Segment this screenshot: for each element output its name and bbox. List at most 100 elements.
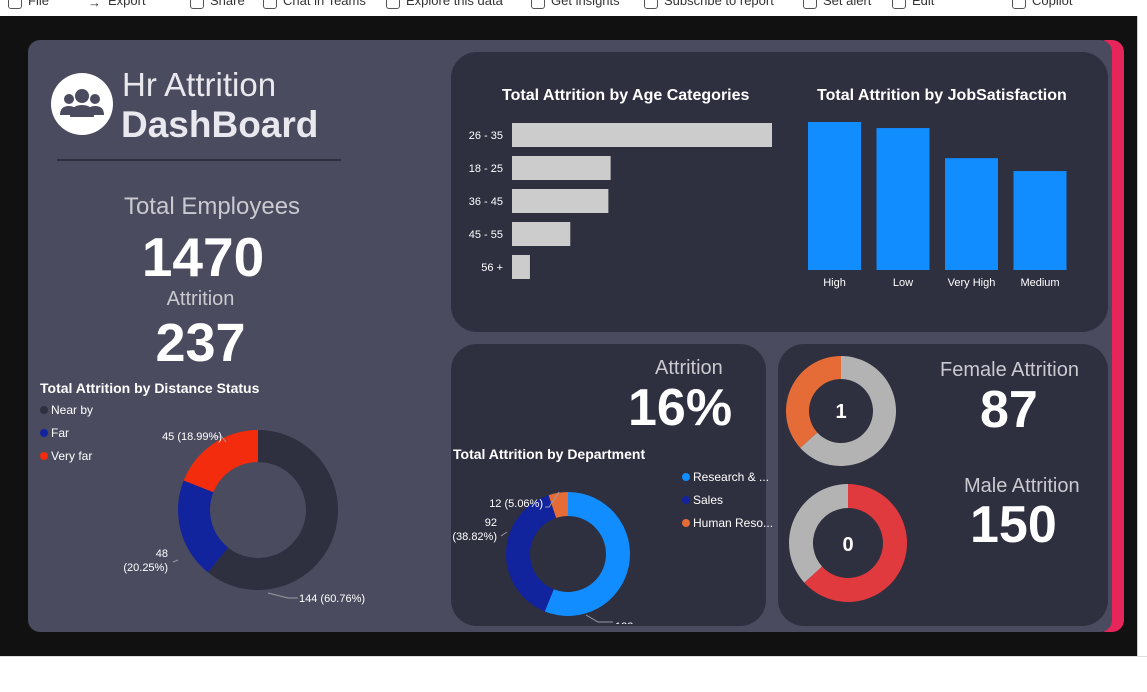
- legend-label-very-far: Very far: [51, 449, 93, 463]
- arrow-icon: →: [88, 0, 101, 10]
- attrition-count-value: 237: [155, 313, 246, 373]
- toolbar-subscribe-to-report-button[interactable]: Subscribe to report: [644, 0, 774, 9]
- female-gauge-label: 1: [835, 401, 846, 423]
- title-divider: [57, 159, 341, 161]
- leader-line: [267, 592, 298, 599]
- jobsat-tick-label: Low: [893, 277, 913, 289]
- toolbar-export-button[interactable]: → Export: [88, 0, 146, 10]
- attrition-rate-value: 16%: [628, 379, 733, 437]
- jobsat-chart-title: Total Attrition by JobSatisfaction: [817, 87, 1067, 104]
- department-chart-title: Total Attrition by Department: [453, 446, 646, 462]
- data-label-sales: 92: [485, 517, 497, 529]
- side-scroll-strip[interactable]: [1137, 16, 1147, 656]
- jobsat-bar: [1013, 171, 1067, 270]
- teams-icon: [263, 0, 277, 9]
- age-tick-label: 36 - 45: [469, 196, 503, 208]
- toolbar-explore-this-data-button[interactable]: Explore this data: [386, 0, 503, 9]
- toolbar-label: Edit: [912, 0, 935, 8]
- toolbar-get-insights-button[interactable]: Get insights: [531, 0, 620, 9]
- legend-label-hr: Human Reso...: [693, 516, 774, 530]
- gender-attrition-card: 1 0 Female Attrition 87 Male Attrition 1…: [778, 344, 1108, 626]
- distance-chart-title: Total Attrition by Distance Status: [40, 380, 260, 396]
- people-group-icon: [51, 73, 113, 135]
- male-attrition-value: 150: [970, 496, 1057, 554]
- toolbar-set-alert-button[interactable]: Set alert: [803, 0, 871, 9]
- male-attrition-gauge: 0: [789, 484, 907, 602]
- female-attrition-gauge: 1: [786, 356, 896, 466]
- jobsat-bar: [808, 122, 861, 270]
- legend-label-sales: Sales: [693, 493, 724, 507]
- file-icon: [8, 0, 22, 9]
- female-attrition-value: 87: [980, 381, 1038, 439]
- toolbar-share-button[interactable]: Share: [190, 0, 245, 9]
- age-bar: [512, 123, 772, 147]
- data-label-sales: (38.82%): [452, 531, 497, 543]
- legend-dot-near: [40, 406, 48, 414]
- copilot-icon: [1012, 0, 1026, 9]
- age-chart-title: Total Attrition by Age Categories: [502, 87, 750, 104]
- distance-donut-chart: 144 (60.76%) 48 (20.25%) 45 (18.99%): [123, 430, 365, 605]
- department-donut-chart: 133(56.12%)92(38.82%)12 (5.06%): [452, 491, 633, 624]
- attrition-count-label: Attrition: [166, 288, 235, 310]
- age-bar-chart: 26 - 35 18 - 25 36 - 45 45 - 55 56 +: [469, 123, 772, 279]
- toolbar-label: Chat in Teams: [283, 0, 366, 8]
- toolbar-copilot-button[interactable]: Copilot: [1012, 0, 1072, 9]
- explore-icon: [386, 0, 400, 9]
- toolbar-label: Export: [108, 0, 146, 8]
- legend-item-research[interactable]: Research & ...: [682, 470, 769, 484]
- toolbar-label: Share: [210, 0, 245, 8]
- age-tick-label: 26 - 35: [469, 130, 503, 142]
- department-card: Attrition 16% Total Attrition by Departm…: [451, 344, 773, 626]
- jobsat-bar: [876, 128, 930, 270]
- toolbar-label: Explore this data: [406, 0, 503, 8]
- leader-line: [585, 614, 613, 623]
- jobsat-tick-label: Very High: [948, 277, 996, 289]
- dashboard-title-line1: Hr Attrition: [122, 66, 277, 103]
- age-tick-label: 18 - 25: [469, 163, 503, 175]
- toolbar-label: Subscribe to report: [664, 0, 774, 8]
- age-bar: [512, 189, 609, 213]
- toolbar-label: Copilot: [1032, 0, 1073, 8]
- toolbar-chat-in-teams-button[interactable]: Chat in Teams: [263, 0, 366, 9]
- data-label-very-far: 45 (18.99%): [162, 431, 222, 443]
- total-employees-label: Total Employees: [123, 193, 301, 220]
- data-label-hr: 12 (5.06%): [489, 498, 543, 510]
- legend-label-near: Near by: [51, 403, 94, 417]
- age-bar: [512, 222, 571, 246]
- male-gauge-label: 0: [842, 534, 853, 556]
- subscribe-icon: [644, 0, 658, 9]
- toolbar-file-button[interactable]: File: [8, 0, 49, 9]
- data-label-far: 48: [156, 548, 168, 560]
- jobsat-bar: [945, 158, 998, 270]
- total-employees-value: 1470: [141, 226, 265, 288]
- age-bar: [512, 156, 611, 180]
- data-label-research: 133: [615, 621, 633, 624]
- legend-item-near-by[interactable]: Near by: [40, 403, 93, 417]
- data-label-far: (20.25%): [123, 562, 168, 574]
- age-bar: [512, 255, 530, 279]
- female-attrition-label: Female Attrition: [940, 359, 1079, 381]
- legend-label-research: Research & ...: [693, 470, 770, 484]
- age-tick-label: 56 +: [481, 262, 503, 274]
- legend-dot-far: [40, 429, 48, 437]
- share-icon: [190, 0, 204, 9]
- jobsat-tick-label: High: [823, 277, 846, 289]
- report-toolbar: File → Export Share Chat in Teams Explore thi…: [0, 0, 1147, 16]
- dashboard-panel: Hr Attrition DashBoard Total Employees 1…: [28, 40, 1112, 632]
- bell-icon: [803, 0, 817, 9]
- slice-sales: [506, 495, 557, 612]
- bottom-bar: [0, 656, 1147, 692]
- dashboard-title-line2: DashBoard: [121, 104, 319, 145]
- age-jobsat-card: Total Attrition by Age Categories 26 - 3…: [451, 52, 1108, 332]
- pencil-icon: [892, 0, 906, 9]
- attrition-rate-label: Attrition: [655, 357, 723, 379]
- leader-line: [500, 531, 508, 537]
- toolbar-edit-button[interactable]: Edit: [892, 0, 934, 9]
- legend-item-hr[interactable]: Human Reso...: [682, 516, 773, 530]
- toolbar-label: Get insights: [551, 0, 620, 8]
- toolbar-label: File: [28, 0, 49, 8]
- legend-dot-very-far: [40, 452, 48, 460]
- legend-item-very-far[interactable]: Very far: [40, 449, 92, 463]
- jobsat-tick-label: Medium: [1020, 277, 1059, 289]
- legend-item-far[interactable]: Far: [40, 426, 69, 440]
